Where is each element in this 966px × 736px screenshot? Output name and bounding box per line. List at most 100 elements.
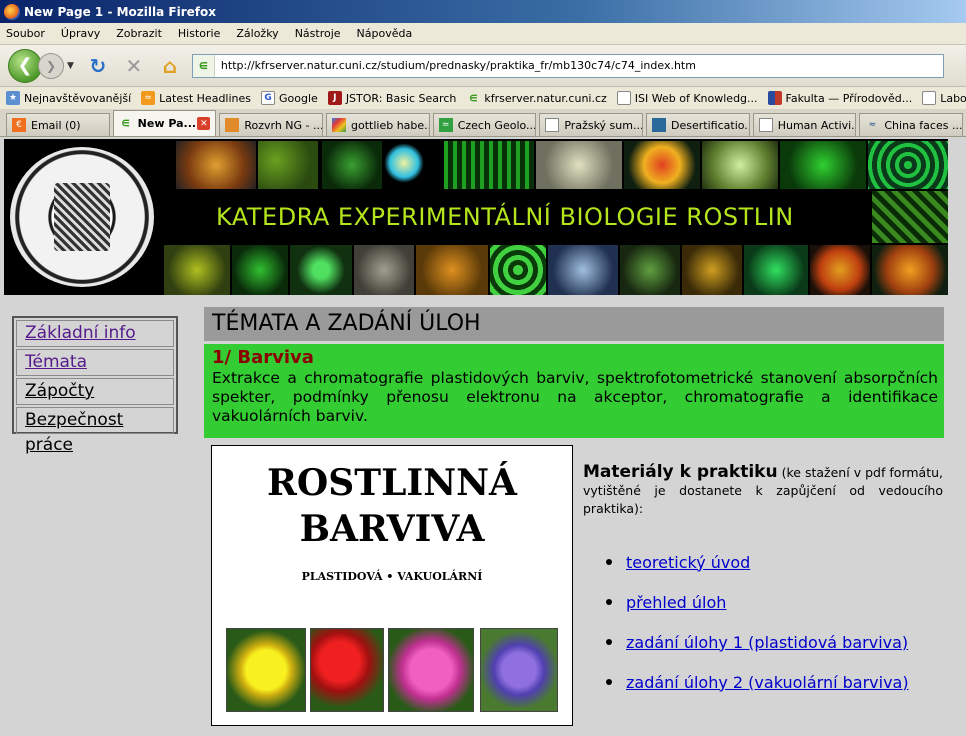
menu-historie[interactable]: Historie: [178, 27, 220, 40]
sidebar-item-temata[interactable]: Témata: [16, 349, 174, 376]
stop-icon: ✕: [125, 53, 143, 78]
close-tab-icon[interactable]: ✕: [197, 117, 211, 130]
tab-label: Email (0): [31, 118, 81, 132]
sidebar-item-zapocty[interactable]: Zápočty: [16, 378, 174, 405]
menu-soubor[interactable]: Soubor: [6, 27, 45, 40]
news-icon: ≈: [868, 120, 877, 130]
microscopy-image: [872, 191, 948, 243]
menu-upravy[interactable]: Úpravy: [61, 27, 100, 40]
pink-flower-photo: [388, 628, 474, 712]
bookmark-laborator[interactable]: Laboratoř elektron: [922, 91, 966, 105]
bullet-icon: [606, 559, 612, 565]
microscopy-image: [744, 245, 808, 295]
cover-title-line2: BARVIVA: [299, 508, 485, 550]
link-teoreticky-uvod[interactable]: teoretický úvod: [626, 553, 750, 572]
stop-button[interactable]: ✕: [122, 54, 146, 78]
reload-icon: ↻: [89, 53, 107, 78]
page-icon: [758, 118, 773, 132]
microscopy-image: [810, 245, 870, 295]
reload-button[interactable]: ↻: [86, 54, 110, 78]
manual-cover-image: ROSTLINNÁ BARVIVA PLASTIDOVÁ • VAKUOLÁRN…: [211, 445, 573, 726]
forward-button[interactable]: ❯: [38, 52, 64, 79]
list-item: zadání úlohy 2 (vakuolární barviva): [600, 662, 909, 702]
tab-strip: € Email (0) ∊ New Pa... ✕ Rozvrh NG - ... g…: [0, 109, 966, 137]
tab-label: Human Activi...: [777, 118, 857, 132]
tab-czech-geology[interactable]: ≃ Czech Geolo...: [432, 113, 537, 136]
materials-intro: Materiály k praktiku (ke stažení v pdf f…: [583, 463, 943, 518]
microscopy-image: [702, 141, 778, 189]
address-bar[interactable]: ∊ http://kfrserver.natur.cuni.cz/studium…: [191, 53, 944, 78]
bookmark-label: ISI Web of Knowledg...: [634, 91, 758, 105]
menu-zobrazit[interactable]: Zobrazit: [116, 27, 162, 40]
link-zadani-ulohy-1[interactable]: zadání úlohy 1 (plastidová barviva): [626, 633, 908, 652]
bookmark-google[interactable]: G Google: [261, 91, 318, 105]
google-icon: G: [261, 91, 276, 105]
link-prehled-uloh[interactable]: přehled úloh: [626, 593, 726, 612]
microscopy-image: [872, 245, 948, 295]
rozvrh-icon: [225, 118, 240, 132]
microscopy-image: [780, 141, 866, 189]
tab-prazsky[interactable]: Pražský sum...: [539, 113, 644, 136]
microscopy-image: [176, 141, 256, 189]
microscopy-image: [290, 245, 352, 295]
menu-napoveda[interactable]: Nápověda: [357, 27, 413, 40]
site-identity-icon[interactable]: ∊: [192, 54, 215, 77]
department-banner: KATEDRA EXPERIMENTÁLNÍ BIOLOGIE ROSTLIN: [4, 139, 948, 295]
site-icon: ∊: [120, 116, 131, 131]
bullet-icon: [606, 679, 612, 685]
page-icon: [545, 118, 560, 132]
bookmark-most-visited[interactable]: ★ Nejnavštěvovanější: [6, 91, 131, 105]
microscopy-image: [416, 245, 488, 295]
microscopy-image: [322, 141, 382, 189]
bookmark-fakulta[interactable]: Fakulta — Přírodověd...: [767, 91, 912, 105]
microscopy-image: [164, 245, 230, 295]
microscopy-image: [868, 141, 948, 189]
bookmark-isi[interactable]: ISI Web of Knowledg...: [616, 91, 758, 105]
sidebar-item-bezpecnost-prace[interactable]: Bezpečnost práce: [16, 407, 174, 455]
tab-gottlieb[interactable]: gottlieb habe...: [326, 113, 430, 136]
home-button[interactable]: ⌂: [158, 54, 182, 78]
bookmark-jstor[interactable]: J JSTOR: Basic Search: [327, 91, 457, 105]
tab-label: Czech Geolo...: [457, 118, 537, 132]
list-item: přehled úloh: [600, 582, 909, 622]
page-title: TÉMATA A ZADÁNÍ ÚLOH: [204, 307, 944, 341]
page-icon: [616, 91, 631, 105]
cover-title-line1: ROSTLINNÁ: [267, 462, 517, 504]
menu-bar: Soubor Úpravy Zobrazit Historie Záložky …: [0, 23, 966, 45]
yellow-flower-photo: [226, 628, 306, 712]
banner-title: KATEDRA EXPERIMENTÁLNÍ BIOLOGIE ROSTLIN: [216, 203, 794, 231]
tab-email[interactable]: € Email (0): [6, 113, 110, 136]
tab-label: New Pa...: [137, 117, 197, 130]
link-zadani-ulohy-2[interactable]: zadání úlohy 2 (vakuolární barviva): [626, 673, 909, 692]
microscopy-image: [548, 245, 618, 295]
tab-label: China faces ...: [884, 118, 963, 132]
bullet-icon: [606, 639, 612, 645]
page-viewport: KATEDRA EXPERIMENTÁLNÍ BIOLOGIE ROSTLIN …: [0, 137, 966, 736]
topic-title: 1/ Barviva: [212, 347, 314, 368]
window-title: New Page 1 - Mozilla Firefox: [24, 4, 216, 19]
bookmark-label: JSTOR: Basic Search: [345, 91, 457, 105]
tab-new-page[interactable]: ∊ New Pa... ✕: [112, 110, 217, 136]
microscopy-image: [490, 245, 546, 295]
tab-human-activity[interactable]: Human Activi...: [752, 113, 857, 136]
back-button[interactable]: ❮: [8, 48, 42, 83]
bookmark-label: Nejnavštěvovanější: [24, 91, 132, 105]
bookmark-label: Laboratoř elektron: [940, 91, 966, 105]
back-arrow-icon: ❮: [17, 55, 33, 76]
bookmark-kfrserver[interactable]: ∊ kfrserver.natur.cuni.cz: [466, 91, 606, 106]
materials-heading: Materiály k praktiku: [583, 462, 778, 482]
history-dropdown-icon[interactable]: ▼: [67, 61, 74, 71]
menu-nastroje[interactable]: Nástroje: [295, 27, 341, 40]
sidebar-item-zakladni-info[interactable]: Základní info: [16, 320, 174, 347]
address-text: http://kfrserver.natur.cuni.cz/studium/p…: [220, 59, 696, 72]
bookmark-latest-headlines[interactable]: ≈ Latest Headlines: [141, 91, 251, 105]
faculty-icon: [767, 91, 782, 105]
menu-zalozky[interactable]: Záložky: [236, 27, 278, 40]
list-item: zadání úlohy 1 (plastidová barviva): [600, 622, 909, 662]
tab-china-faces[interactable]: ≈ China faces ...: [859, 113, 964, 136]
tab-rozvrh[interactable]: Rozvrh NG - ...: [219, 113, 324, 136]
microscopy-image: [232, 245, 288, 295]
tab-desertification[interactable]: Desertificatio...: [646, 113, 750, 136]
firefox-icon: [4, 3, 20, 20]
page-icon: [922, 91, 937, 105]
